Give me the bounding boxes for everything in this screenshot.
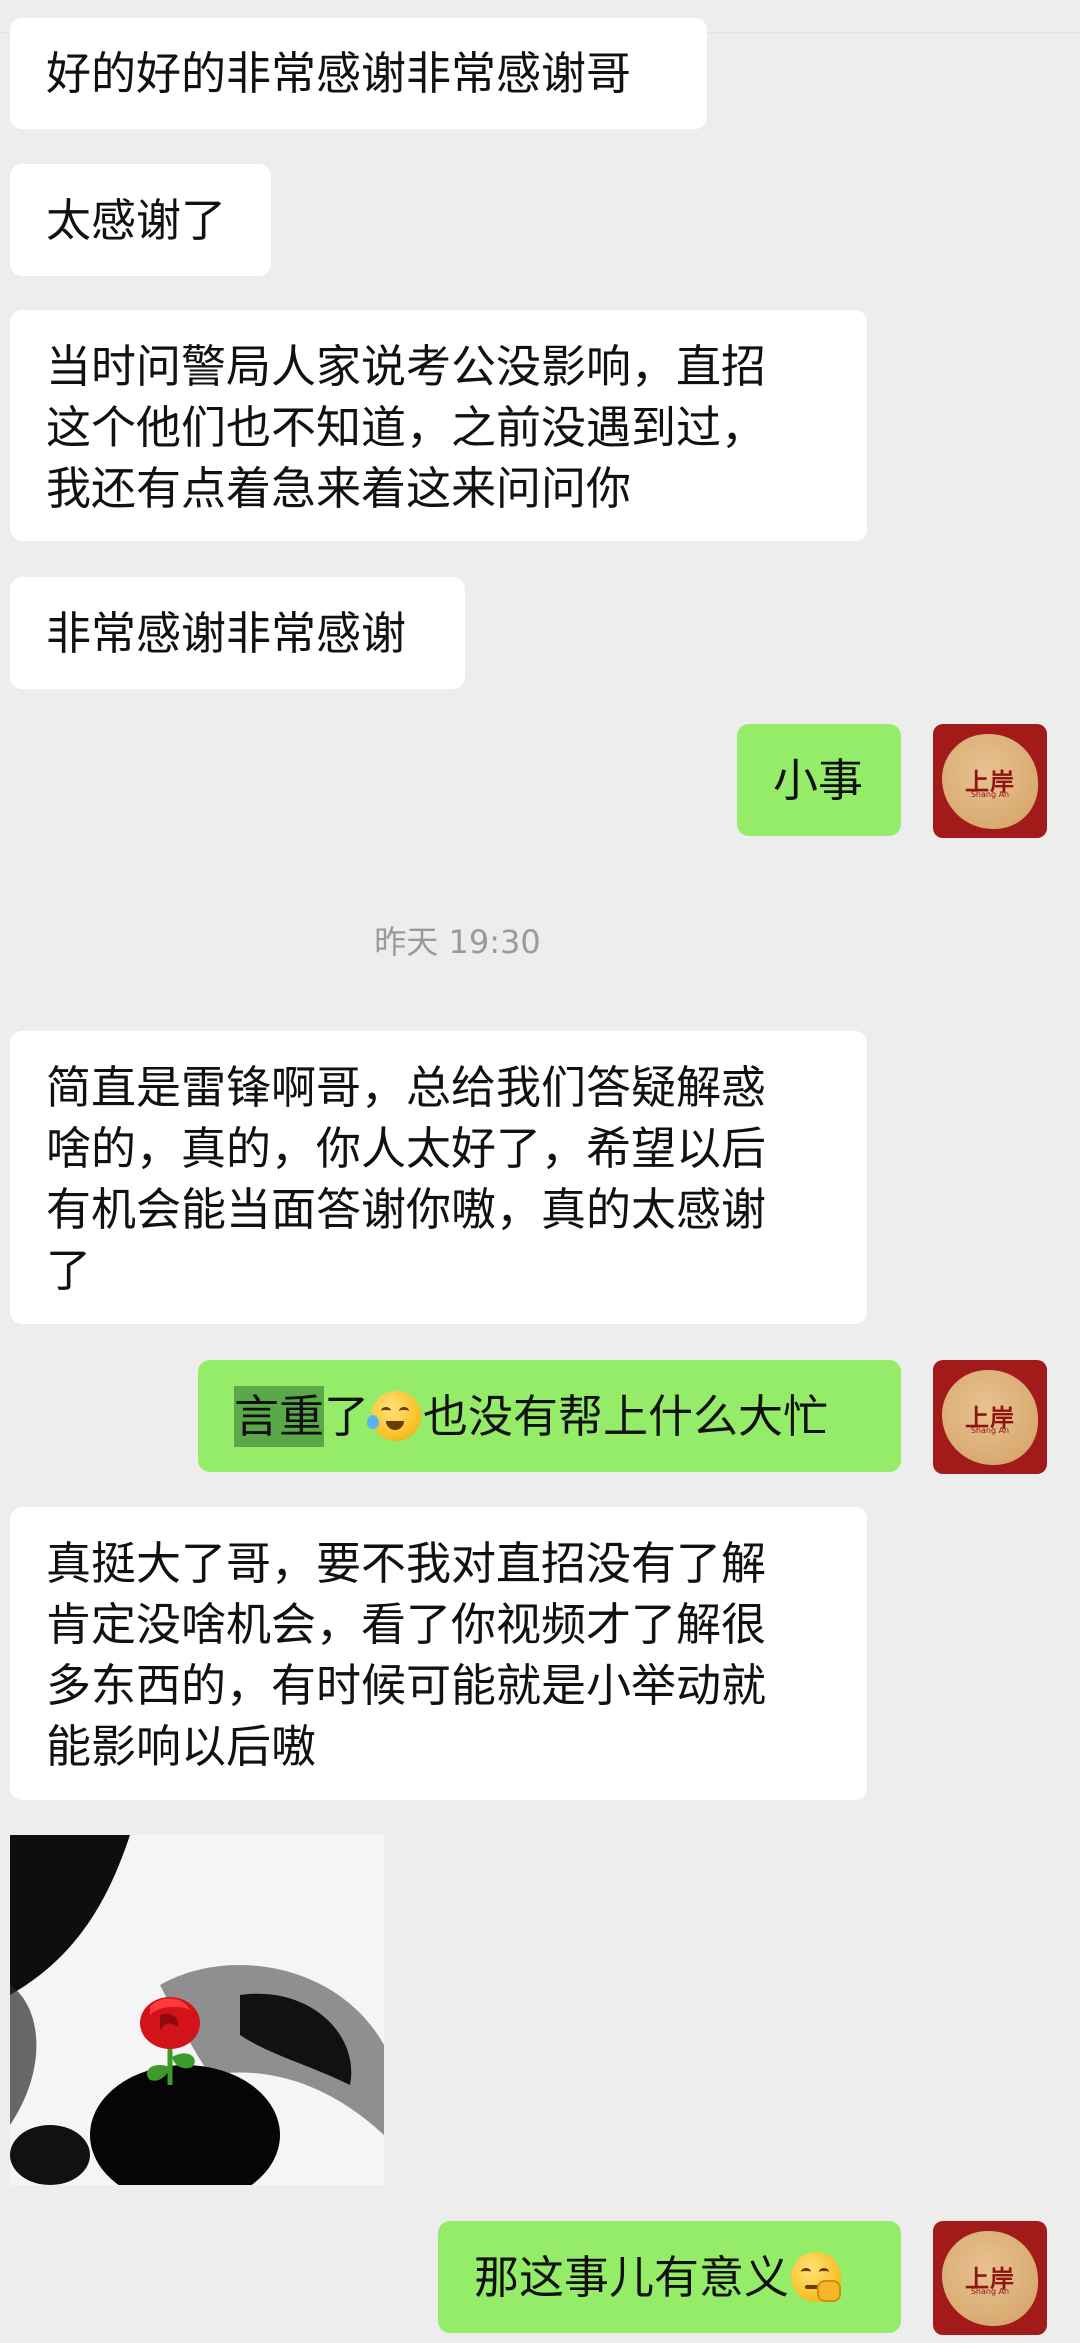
message-line: 我还有点着急来着这来问问你: [46, 462, 632, 515]
message-line: 啥的，真的，你人太好了，希望以后: [46, 1122, 767, 1175]
message-line: 简直是雷锋啊哥，总给我们答疑解惑: [46, 1061, 767, 1114]
message-text: 太感谢了: [46, 193, 227, 247]
chat-view: 好的好的非常感谢非常感谢哥 太感谢了 当时问警局人家说考公没影响，直招 这个他们…: [0, 0, 1080, 2343]
highlighted-text: 言重: [234, 1385, 325, 1447]
message-bubble-outgoing[interactable]: 言重了也没有帮上什么大忙: [198, 1360, 901, 1472]
message-line: 肯定没啥机会，看了你视频才了解很: [46, 1598, 767, 1651]
rose-panda-sticker[interactable]: [10, 1835, 384, 2185]
user-avatar[interactable]: 上岸 Shang An: [933, 1360, 1047, 1474]
message-bubble-outgoing[interactable]: 那这事儿有意义: [438, 2221, 901, 2333]
user-avatar[interactable]: 上岸 Shang An: [933, 2221, 1047, 2335]
message-text: 那这事儿有意义: [474, 2250, 790, 2304]
message-text: 好的好的非常感谢非常感谢哥: [46, 47, 632, 100]
message-text: 了: [324, 1389, 370, 1443]
user-avatar[interactable]: 上岸 Shang An: [933, 724, 1047, 838]
message-bubble-incoming[interactable]: 真挺大了哥，要不我对直招没有了解 肯定没啥机会，看了你视频才了解很 多东西的，有…: [10, 1507, 867, 1800]
smirk-emoji-icon: [791, 2252, 842, 2302]
sticker-image: [10, 1835, 384, 2185]
message-line: 能影响以后嗷: [46, 1720, 317, 1773]
message-text: 小事: [773, 753, 864, 807]
message-line: 当时问警局人家说考公没影响，直招: [46, 340, 767, 393]
message-bubble-incoming[interactable]: 简直是雷锋啊哥，总给我们答疑解惑 啥的，真的，你人太好了，希望以后 有机会能当面…: [10, 1031, 867, 1324]
message-bubble-incoming[interactable]: 当时问警局人家说考公没影响，直招 这个他们也不知道，之前没遇到过， 我还有点着急…: [10, 310, 867, 541]
message-bubble-incoming[interactable]: 太感谢了: [10, 164, 271, 276]
avatar-subtext: Shang An: [970, 1426, 1010, 1435]
avatar-subtext: Shang An: [970, 790, 1010, 799]
message-text: 也没有帮上什么大忙: [423, 1389, 829, 1443]
chat-timestamp: 昨天 19:30: [374, 923, 541, 961]
message-line: 多东西的，有时候可能就是小举动就: [46, 1659, 767, 1712]
message-text: 非常感谢非常感谢: [46, 606, 407, 660]
message-line: 这个他们也不知道，之前没遇到过，: [46, 401, 767, 454]
message-bubble-outgoing[interactable]: 小事: [737, 724, 901, 836]
message-line: 有机会能当面答谢你嗷，真的太感谢: [46, 1183, 767, 1236]
message-line: 真挺大了哥，要不我对直招没有了解: [46, 1537, 767, 1590]
avatar-subtext: Shang An: [970, 2287, 1010, 2296]
message-bubble-incoming[interactable]: 好的好的非常感谢非常感谢哥: [10, 18, 707, 129]
laughing-crying-emoji-icon: [367, 1391, 422, 1441]
message-bubble-incoming[interactable]: 非常感谢非常感谢: [10, 577, 465, 689]
message-line: 了: [46, 1244, 92, 1297]
